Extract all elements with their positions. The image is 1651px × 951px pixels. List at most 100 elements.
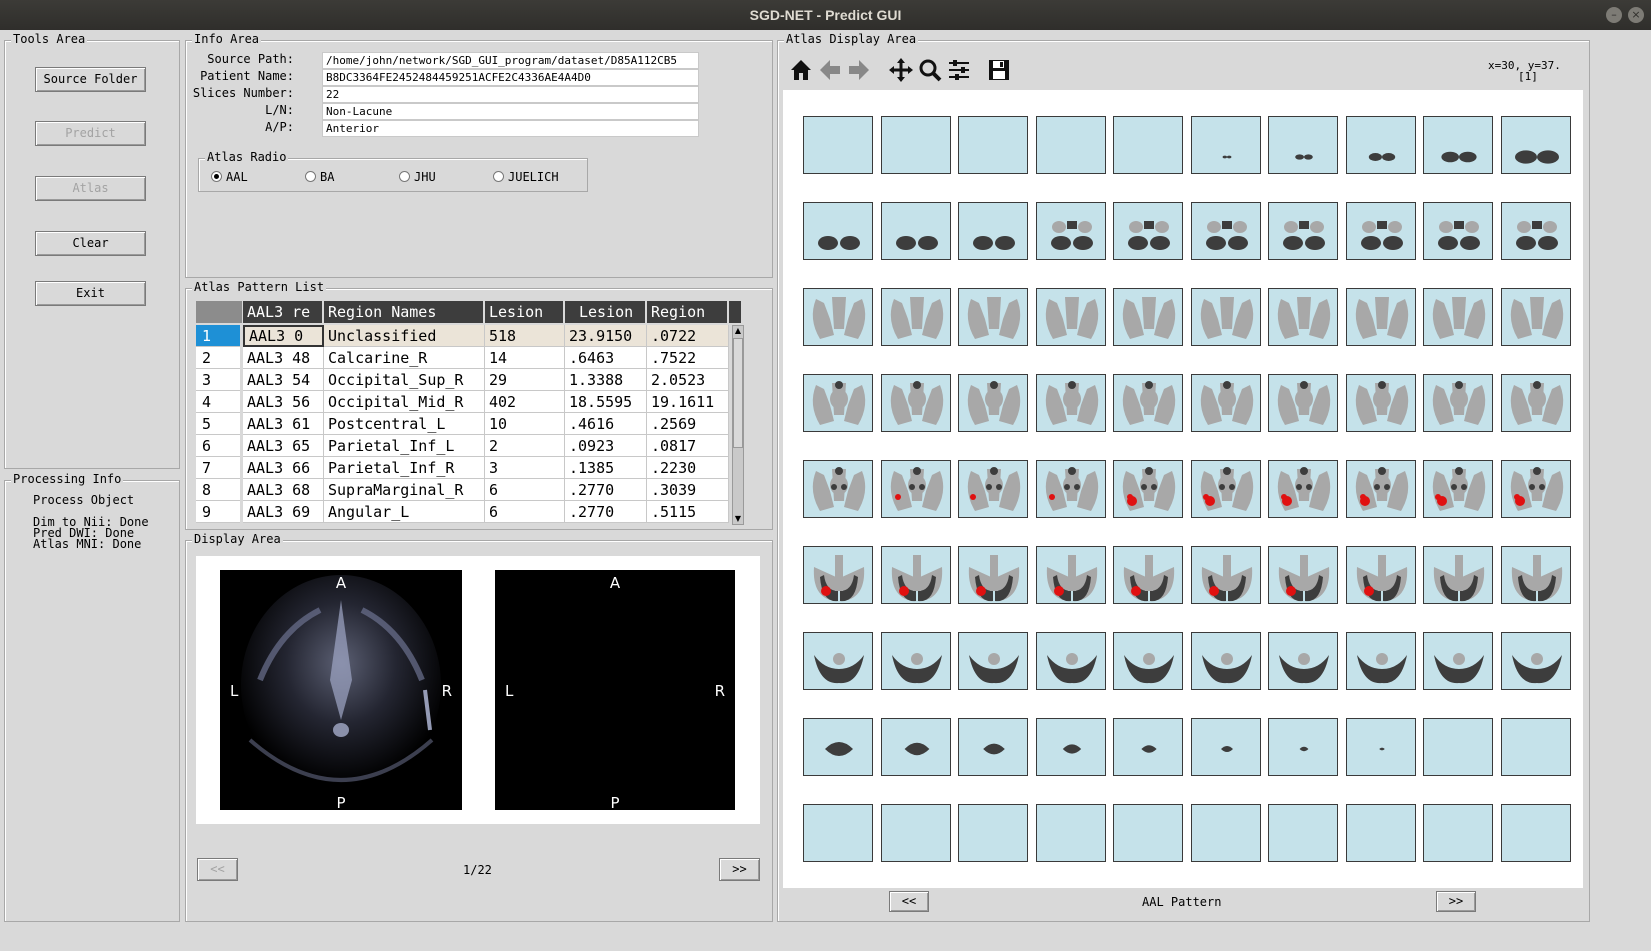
table-cell[interactable]: 18.5595 — [565, 391, 647, 413]
atlas-slice-tile[interactable] — [1113, 460, 1183, 518]
row-number[interactable]: 8 — [196, 479, 240, 501]
atlas-slice-tile[interactable] — [1268, 116, 1338, 174]
table-cell[interactable]: 518 — [485, 325, 565, 347]
atlas-slice-tile[interactable] — [1035, 116, 1106, 174]
table-cell[interactable]: 2 — [485, 435, 565, 457]
table-cell[interactable]: Unclassified — [324, 325, 485, 347]
atlas-slice-tile[interactable] — [1345, 202, 1416, 260]
table-cell[interactable]: .0722 — [647, 325, 729, 347]
atlas-slice-tile[interactable] — [1345, 288, 1416, 346]
prediction-image[interactable]: A P L R — [495, 570, 735, 812]
table-cell[interactable]: AAL3 48 — [243, 347, 324, 369]
atlas-slice-tile[interactable] — [1268, 374, 1338, 432]
source-path-field[interactable]: /home/john/network/SGD_GUI_program/datas… — [322, 52, 699, 69]
table-cell[interactable]: .0817 — [647, 435, 729, 457]
table-row[interactable]: 6 AAL3 65 Parietal_Inf_L 2.0923.0817 — [196, 435, 729, 457]
table-cell[interactable]: Occipital_Mid_R — [324, 391, 485, 413]
table-cell[interactable]: 10 — [485, 413, 565, 435]
table-cell[interactable]: 23.9150 — [565, 325, 647, 347]
atlas-slice-tile[interactable] — [803, 460, 873, 518]
atlas-slice-tile[interactable] — [1500, 288, 1571, 346]
patient-name-field[interactable]: B8DC3364FE2452484459251ACFE2C4336AE4A4D0 — [322, 69, 699, 86]
radio-juelich[interactable]: JUELICH — [493, 170, 559, 184]
header-lesion-percent[interactable]: Lesion — [565, 301, 647, 323]
table-cell[interactable]: .6463 — [565, 347, 647, 369]
table-row[interactable]: 5 AAL3 61 Postcentral_L 10.4616.2569 — [196, 413, 729, 435]
radio-jhu[interactable]: JHU — [399, 170, 436, 184]
atlas-slice-tile[interactable] — [958, 632, 1028, 690]
atlas-slice-tile[interactable] — [880, 374, 951, 432]
table-cell[interactable]: 6 — [485, 501, 565, 523]
table-cell[interactable]: .2770 — [565, 501, 647, 523]
row-number[interactable]: 2 — [196, 347, 240, 369]
atlas-slice-tile[interactable] — [1035, 718, 1106, 776]
atlas-slice-tile[interactable] — [1190, 632, 1261, 690]
table-cell[interactable]: AAL3 56 — [243, 391, 324, 413]
table-cell[interactable]: AAL3 54 — [243, 369, 324, 391]
atlas-slice-tile[interactable] — [1423, 374, 1493, 432]
atlas-slice-tile[interactable] — [803, 804, 873, 862]
table-cell[interactable]: .1385 — [565, 457, 647, 479]
table-row[interactable]: 8 AAL3 68 SupraMarginal_R 6.2770.3039 — [196, 479, 729, 501]
atlas-slice-tile[interactable] — [1190, 546, 1261, 604]
header-lesion-count[interactable]: Lesion — [485, 301, 565, 323]
table-row[interactable]: 3 AAL3 54 Occipital_Sup_R 29 1.3388 2.0523 — [196, 369, 729, 391]
table-cell[interactable]: AAL3 0 — [243, 325, 324, 347]
table-cell[interactable]: AAL3 65 — [243, 435, 324, 457]
table-cell[interactable]: 3 — [485, 457, 565, 479]
atlas-slice-tile[interactable] — [1190, 116, 1261, 174]
atlas-slice-tile[interactable] — [1345, 546, 1416, 604]
forward-arrow-icon[interactable] — [845, 56, 873, 84]
atlas-slice-tile[interactable] — [1190, 460, 1261, 518]
atlas-slice-tile[interactable] — [803, 374, 873, 432]
table-cell[interactable]: AAL3 66 — [243, 457, 324, 479]
atlas-slice-tile[interactable] — [1268, 546, 1338, 604]
atlas-slice-tile[interactable] — [880, 718, 951, 776]
atlas-slice-tile[interactable] — [1268, 632, 1338, 690]
atlas-slice-tile[interactable] — [1500, 202, 1571, 260]
table-cell[interactable]: Parietal_Inf_R — [324, 457, 485, 479]
atlas-slice-tile[interactable] — [1345, 460, 1416, 518]
atlas-slice-tile[interactable] — [1190, 374, 1261, 432]
atlas-slice-tile[interactable] — [1190, 288, 1261, 346]
atlas-slice-tile[interactable] — [880, 288, 951, 346]
table-cell[interactable]: AAL3 68 — [243, 479, 324, 501]
atlas-slice-tile[interactable] — [958, 546, 1028, 604]
atlas-slice-tile[interactable] — [1035, 374, 1106, 432]
atlas-slice-tile[interactable] — [1345, 374, 1416, 432]
table-cell[interactable]: .2569 — [647, 413, 729, 435]
atlas-slice-tile[interactable] — [958, 718, 1028, 776]
slices-number-field[interactable]: 22 — [322, 86, 699, 103]
atlas-slice-tile[interactable] — [880, 202, 951, 260]
atlas-slice-tile[interactable] — [880, 804, 951, 862]
atlas-slice-tile[interactable] — [1345, 116, 1416, 174]
ln-field[interactable]: Non-Lacune — [322, 103, 699, 120]
row-number[interactable]: 7 — [196, 457, 240, 479]
atlas-slice-tile[interactable] — [880, 632, 951, 690]
atlas-slice-tile[interactable] — [1113, 546, 1183, 604]
table-cell[interactable]: 19.1611 — [647, 391, 729, 413]
row-number[interactable]: 1 — [196, 325, 240, 347]
close-icon[interactable]: × — [1628, 7, 1644, 23]
atlas-slice-tile[interactable] — [958, 460, 1028, 518]
table-cell[interactable]: Parietal_Inf_L — [324, 435, 485, 457]
atlas-slice-tile[interactable] — [1500, 718, 1571, 776]
table-row[interactable]: 4 AAL3 56 Occipital_Mid_R 402 18.5595 19.1611 — [196, 391, 729, 413]
row-number[interactable]: 6 — [196, 435, 240, 457]
atlas-slice-tile[interactable] — [1345, 632, 1416, 690]
atlas-slice-tile[interactable] — [1423, 546, 1493, 604]
atlas-next-button[interactable]: >> — [1436, 891, 1476, 912]
atlas-slice-tile[interactable] — [1423, 460, 1493, 518]
minimize-icon[interactable]: – — [1606, 7, 1622, 23]
row-number[interactable]: 4 — [196, 391, 240, 413]
table-cell[interactable]: Calcarine_R — [324, 347, 485, 369]
atlas-slice-tile[interactable] — [880, 546, 951, 604]
atlas-prev-button[interactable]: << — [889, 891, 929, 912]
radio-ba[interactable]: BA — [305, 170, 334, 184]
pan-icon[interactable] — [887, 56, 915, 84]
atlas-slice-tile[interactable] — [958, 288, 1028, 346]
atlas-slice-tile[interactable] — [803, 288, 873, 346]
atlas-slice-tile[interactable] — [1423, 202, 1493, 260]
table-cell[interactable]: .0923 — [565, 435, 647, 457]
display-prev-button[interactable]: << — [197, 858, 238, 881]
